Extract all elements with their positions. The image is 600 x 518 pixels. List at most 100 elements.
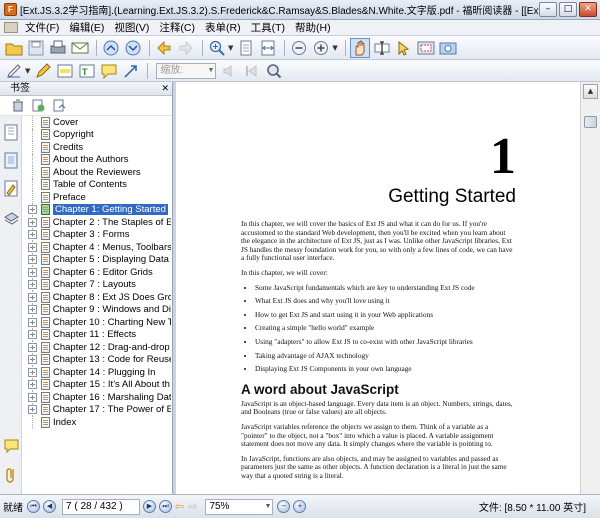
- zoom-out-icon[interactable]: [289, 38, 309, 58]
- bookmark-item[interactable]: + Chapter 1: Getting Started: [25, 203, 171, 216]
- toolbar-divider: [96, 39, 97, 56]
- bookmark-item[interactable]: + Chapter 9 : Windows and Dia: [25, 303, 171, 316]
- bookmark-item[interactable]: Preface: [25, 191, 171, 204]
- pages-tab-icon[interactable]: [4, 152, 19, 170]
- last-page-icon[interactable]: ⏭: [159, 500, 172, 513]
- fit-width-icon[interactable]: [258, 38, 278, 58]
- layers-tab-icon[interactable]: [4, 208, 19, 226]
- select-annotation-icon[interactable]: [394, 38, 414, 58]
- bookmark-item[interactable]: + Chapter 5 : Displaying Data w: [25, 253, 171, 266]
- email-icon[interactable]: [70, 38, 90, 58]
- save-icon[interactable]: [26, 38, 46, 58]
- previous-page-icon[interactable]: [101, 38, 121, 58]
- bookmark-item[interactable]: + Chapter 8 : Ext JS Does Grov: [25, 291, 171, 304]
- bookmark-item[interactable]: Table of Contents: [25, 178, 171, 191]
- bookmark-item[interactable]: + Chapter 17 : The Power of E: [25, 403, 171, 416]
- next-page-icon[interactable]: [123, 38, 143, 58]
- menu-file[interactable]: 文件(F): [20, 20, 64, 35]
- delete-bookmark-icon[interactable]: [12, 99, 24, 112]
- forward-arrow-icon[interactable]: [176, 38, 196, 58]
- image-tool-icon[interactable]: [438, 38, 458, 58]
- zoom-level-select[interactable]: 75%: [205, 498, 274, 515]
- bookmark-item[interactable]: + Chapter 10 : Charting New T: [25, 316, 171, 329]
- zoom-out-status-icon[interactable]: −: [277, 500, 291, 513]
- menu-help[interactable]: 帮助(H): [290, 20, 336, 35]
- history-back-icon[interactable]: ⇦: [175, 500, 184, 513]
- document-viewer[interactable]: 1 Getting Started In this chapter, we wi…: [176, 82, 580, 494]
- menu-comment[interactable]: 注释(C): [154, 20, 200, 35]
- bookmarks-tab-icon[interactable]: [4, 124, 19, 142]
- zoom-in-status-icon[interactable]: +: [293, 500, 307, 513]
- bookmark-item[interactable]: + Chapter 14 : Plugging In: [25, 366, 171, 379]
- first-page-icon[interactable]: ⏮: [27, 500, 40, 513]
- find-icon[interactable]: [264, 61, 284, 81]
- menu-tools[interactable]: 工具(T): [246, 20, 290, 35]
- text-select-icon[interactable]: [372, 38, 392, 58]
- bookmark-item[interactable]: + Chapter 16 : Marshaling Data: [25, 391, 171, 404]
- bookmark-item[interactable]: + Chapter 13 : Code for Reuse:: [25, 353, 171, 366]
- back-arrow-icon[interactable]: [154, 38, 174, 58]
- tree-guide-line: [32, 141, 33, 154]
- bookmark-item[interactable]: + Chapter 2 : The Staples of E: [25, 216, 171, 229]
- close-button[interactable]: ✕: [579, 2, 597, 17]
- bookmark-item[interactable]: Copyright: [25, 128, 171, 141]
- snapshot-icon[interactable]: [416, 38, 436, 58]
- expand-bookmark-icon[interactable]: [53, 99, 66, 112]
- bookmark-item[interactable]: + Chapter 7 : Layouts: [25, 278, 171, 291]
- page-number-input[interactable]: 7 ( 28 / 432 ): [62, 498, 140, 515]
- tree-guide-line: [32, 128, 33, 141]
- fit-page-icon[interactable]: [236, 38, 256, 58]
- bookmark-item[interactable]: + Chapter 4 : Menus, Toolbars,: [25, 241, 171, 254]
- comments-tab-icon[interactable]: [4, 438, 19, 456]
- history-forward-icon[interactable]: ⇨: [188, 500, 197, 513]
- bookmark-item[interactable]: + Chapter 12 : Drag-and-drop: [25, 341, 171, 354]
- highlight-icon[interactable]: [55, 61, 75, 81]
- bookmark-item[interactable]: Cover: [25, 116, 171, 129]
- bookmarks-panel-header: 书签 ✕: [0, 82, 172, 96]
- zoom-tool-dropdown-icon[interactable]: ▼: [228, 44, 233, 52]
- typewriter-dropdown-icon[interactable]: ▼: [25, 67, 30, 75]
- print-icon[interactable]: [48, 38, 68, 58]
- minimize-button[interactable]: –: [539, 2, 557, 17]
- bookmark-item[interactable]: + Chapter 15 : It's All About th: [25, 378, 171, 391]
- topic-bullet: Using "adapters" to allow Ext JS to co-e…: [255, 337, 516, 347]
- menu-view[interactable]: 视图(V): [109, 20, 154, 35]
- audio-icon[interactable]: [220, 61, 240, 81]
- note-icon[interactable]: [99, 61, 119, 81]
- vertical-scrollbar[interactable]: ▲: [580, 82, 600, 494]
- attachments-tab-icon[interactable]: [4, 466, 19, 484]
- open-file-icon[interactable]: [4, 38, 24, 58]
- annotations-tab-icon[interactable]: [4, 180, 19, 198]
- zoom-in-icon[interactable]: [207, 38, 227, 58]
- add-bookmark-icon[interactable]: [32, 99, 45, 112]
- hand-tool-icon[interactable]: [349, 37, 370, 58]
- bookmark-item[interactable]: + Chapter 6 : Editor Grids: [25, 266, 171, 279]
- pencil-icon[interactable]: [33, 61, 53, 81]
- menu-form[interactable]: 表单(R): [200, 20, 246, 35]
- next-page-button-icon[interactable]: ▶: [143, 500, 156, 513]
- zoom-combo-input[interactable]: 缩放:: [156, 62, 217, 79]
- bookmark-item[interactable]: + Chapter 3 : Forms: [25, 228, 171, 241]
- maximize-button[interactable]: □: [559, 2, 577, 17]
- bookmark-label: Credits: [53, 141, 84, 153]
- prev-page-icon[interactable]: ◀: [43, 500, 56, 513]
- bookmark-item[interactable]: About the Reviewers: [25, 166, 171, 179]
- menu-edit[interactable]: 编辑(E): [64, 20, 109, 35]
- bookmark-item[interactable]: Index: [25, 416, 171, 429]
- bookmark-item[interactable]: + Chapter 11 : Effects: [25, 328, 171, 341]
- typewriter-icon[interactable]: [4, 61, 24, 81]
- scroll-up-icon[interactable]: ▲: [583, 84, 598, 99]
- zoom-in-plus-icon[interactable]: [311, 38, 331, 58]
- stamp-icon[interactable]: T: [77, 61, 97, 81]
- arrow-annotation-icon[interactable]: [121, 61, 141, 81]
- play-back-icon[interactable]: [242, 61, 262, 81]
- scroll-thumb[interactable]: [584, 116, 597, 128]
- zoom-level-dropdown-icon[interactable]: ▼: [332, 44, 337, 52]
- document-menu-icon[interactable]: [4, 22, 18, 33]
- bookmark-item[interactable]: Credits: [25, 141, 171, 154]
- bookmark-label: Chapter 14 : Plugging In: [53, 366, 156, 378]
- body-paragraph: In JavaScript, functions are also object…: [241, 453, 507, 480]
- panel-close-icon[interactable]: ✕: [161, 83, 169, 96]
- bookmark-item[interactable]: About the Authors: [25, 153, 171, 166]
- panel-tab-rail: [0, 116, 22, 494]
